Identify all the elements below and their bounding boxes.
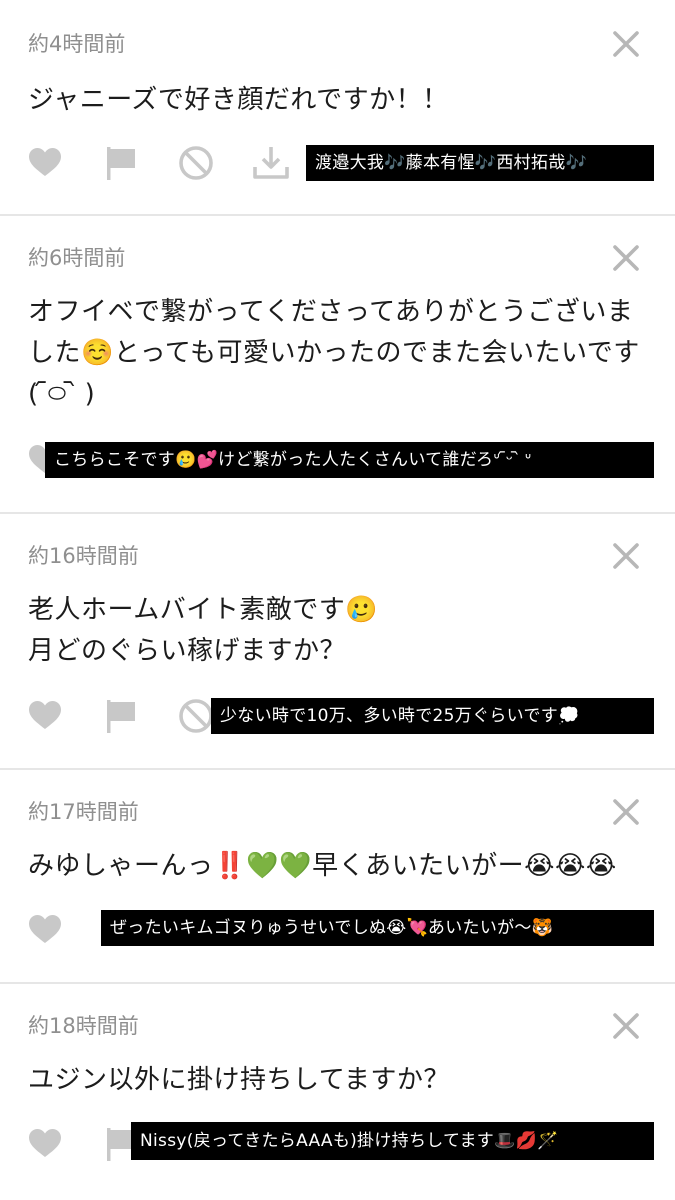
question-text: ユジン以外に掛け持ちしてますか？ (28, 1065, 450, 1095)
heart-icon[interactable] (26, 910, 66, 954)
heart-icon[interactable] (26, 696, 66, 740)
question-card: 約16時間前 老人ホームバイト素敵です🥲 月どのぐらい稼げますか？ 少ない時で1… (0, 514, 675, 768)
block-icon[interactable] (176, 696, 216, 740)
reply-caption: こちらこそです🥲💕けど繋がった人たくさんいて誰だろᐡ ᷇ᵕ ᷆ ᐡ (45, 442, 654, 478)
flag-icon[interactable] (103, 143, 143, 187)
close-icon[interactable] (610, 540, 642, 572)
close-icon[interactable] (610, 1010, 642, 1042)
reply-caption: ぜったいキムゴヌりゅうせいでしぬ😭💘あいたいが〜🐯 (101, 910, 654, 946)
timestamp: 約4時間前 (28, 32, 126, 56)
question-card: 約18時間前 ユジン以外に掛け持ちしてますか？ Nissy(戻ってきたらAAAも… (0, 984, 675, 1200)
question-text: オフイベで繋がってくださってありがとうございました☺️とっても可愛いかったのでま… (28, 297, 640, 409)
flag-icon[interactable] (103, 696, 143, 740)
timestamp: 約17時間前 (28, 800, 139, 824)
close-icon[interactable] (610, 242, 642, 274)
heart-icon[interactable] (26, 1124, 66, 1168)
question-card: 約6時間前 オフイベで繋がってくださってありがとうございました☺️とっても可愛い… (0, 216, 675, 512)
question-card: 約17時間前 みゆしゃーんっ‼️💚💚早くあいたいがー😭😭😭 ぜったいキムゴヌりゅ… (0, 770, 675, 982)
timestamp: 約6時間前 (28, 246, 126, 270)
heart-icon[interactable] (26, 143, 66, 187)
question-text: ジャニーズで好き顔だれですか！！ (28, 85, 449, 115)
close-icon[interactable] (610, 28, 642, 60)
timestamp: 約18時間前 (28, 1014, 139, 1038)
reply-caption: 渡邉大我🎶藤本有惺🎶西村拓哉🎶 (306, 145, 654, 181)
question-card: 約4時間前 ジャニーズで好き顔だれですか！！ 渡邉大我🎶藤本有惺🎶西村拓哉🎶 (0, 0, 675, 214)
block-icon[interactable] (176, 143, 216, 187)
question-text: みゆしゃーんっ‼️💚💚早くあいたいがー😭😭😭 (28, 851, 617, 881)
reply-caption: Nissy(戻ってきたらAAAも)掛け持ちしてます🎩💋🪄 (131, 1122, 654, 1160)
question-text: 老人ホームバイト素敵です🥲 月どのぐらい稼げますか？ (28, 595, 379, 666)
reply-caption: 少ない時で10万、多い時で25万ぐらいです💭 (211, 698, 654, 734)
timestamp: 約16時間前 (28, 544, 139, 568)
download-icon[interactable] (251, 143, 291, 187)
close-icon[interactable] (610, 796, 642, 828)
